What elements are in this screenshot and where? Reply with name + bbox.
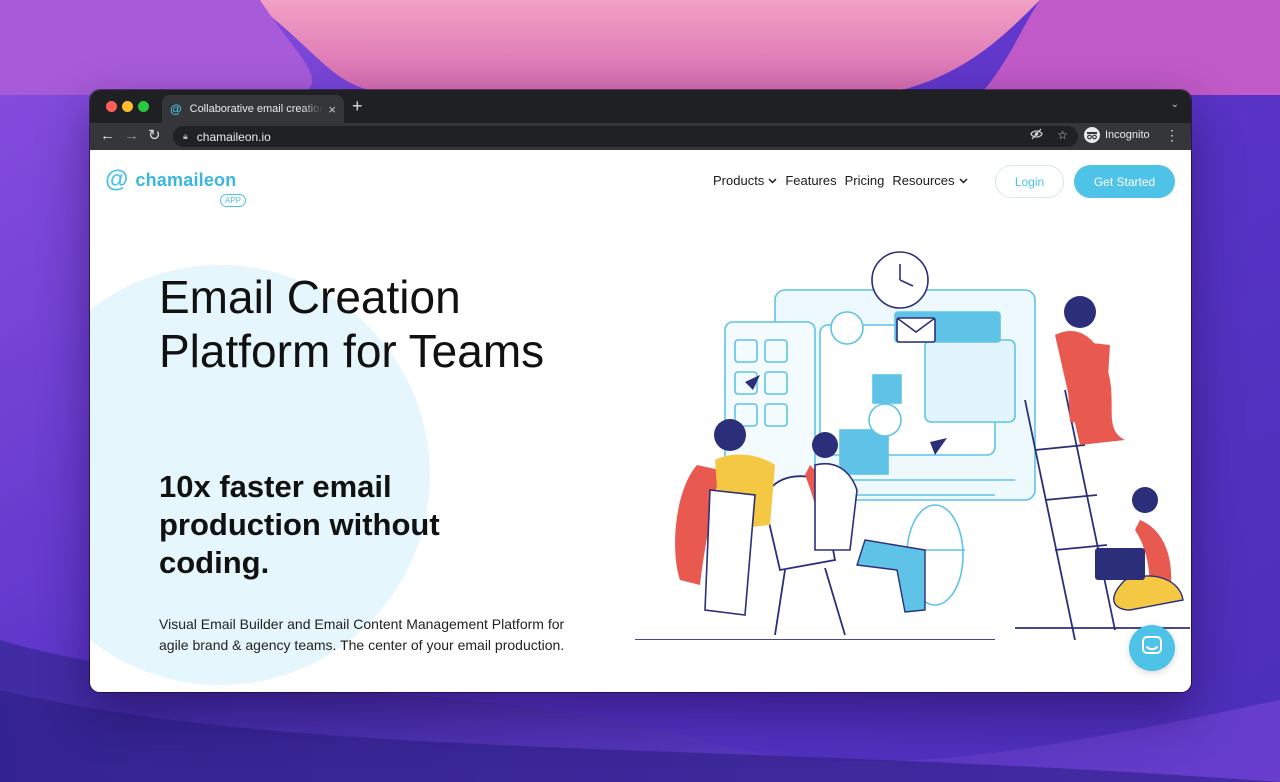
hero-title: Email Creation Platform for Teams xyxy=(159,271,545,377)
incognito-profile-button[interactable]: Incognito xyxy=(1084,127,1150,143)
chat-icon xyxy=(1141,635,1163,662)
back-icon[interactable]: ← xyxy=(100,128,115,144)
close-window-button[interactable] xyxy=(106,101,117,112)
active-tab[interactable]: @ Collaborative email creation pl × xyxy=(162,95,344,123)
nav-features[interactable]: Features xyxy=(785,173,836,188)
main-nav: Products Features Pricing Resources xyxy=(713,173,968,188)
nav-resources-label: Resources xyxy=(892,173,955,188)
tab-bar: @ Collaborative email creation pl × + ⌄ xyxy=(90,90,1191,123)
site-logo[interactable]: @ chamaileon xyxy=(105,168,236,192)
logo-app-badge: APP xyxy=(220,194,247,207)
at-sign-logo-icon: @ xyxy=(105,166,129,193)
team-collaboration-illustration xyxy=(635,251,1190,640)
address-bar[interactable]: 🔒︎ chamaileon.io ☆ xyxy=(173,126,1078,147)
webpage: @ chamaileon APP Products Features Prici… xyxy=(90,150,1191,692)
browser-window: @ Collaborative email creation pl × + ⌄ … xyxy=(90,90,1191,692)
login-button[interactable]: Login xyxy=(995,165,1064,198)
incognito-label: Incognito xyxy=(1105,129,1150,141)
tab-close-icon[interactable]: × xyxy=(328,102,336,117)
browser-toolbar: ← → ↻ 🔒︎ chamaileon.io ☆ Incognito ⋮ xyxy=(90,123,1191,150)
forward-icon[interactable]: → xyxy=(124,128,139,144)
maximize-window-button[interactable] xyxy=(138,101,149,112)
hero-subtitle: 10x faster email production without codi… xyxy=(159,469,440,580)
chevron-down-icon xyxy=(768,176,777,186)
hero-description: Visual Email Builder and Email Content M… xyxy=(159,616,565,653)
eye-off-icon[interactable] xyxy=(1030,128,1043,143)
url-text: chamaileon.io xyxy=(196,129,271,144)
chevron-down-icon xyxy=(958,176,968,186)
lock-icon[interactable]: 🔒︎ xyxy=(183,131,188,142)
nav-products-label: Products xyxy=(713,173,765,188)
menu-icon[interactable]: ⋮ xyxy=(1165,127,1179,144)
chat-launcher-button[interactable] xyxy=(1129,625,1175,671)
get-started-button[interactable]: Get Started xyxy=(1074,165,1175,198)
incognito-icon xyxy=(1084,127,1100,143)
nav-products[interactable]: Products xyxy=(713,173,777,188)
reload-icon[interactable]: ↻ xyxy=(148,128,161,144)
tab-favicon-icon: @ xyxy=(170,102,182,116)
nav-pricing[interactable]: Pricing xyxy=(845,173,885,188)
minimize-window-button[interactable] xyxy=(122,101,133,112)
star-icon[interactable]: ☆ xyxy=(1057,128,1068,143)
logo-text: chamaileon xyxy=(135,169,237,190)
nav-resources[interactable]: Resources xyxy=(892,173,968,188)
new-tab-button[interactable]: + xyxy=(352,96,363,117)
tab-search-chevron-icon[interactable]: ⌄ xyxy=(1171,99,1179,110)
tab-title: Collaborative email creation pl xyxy=(189,103,323,115)
